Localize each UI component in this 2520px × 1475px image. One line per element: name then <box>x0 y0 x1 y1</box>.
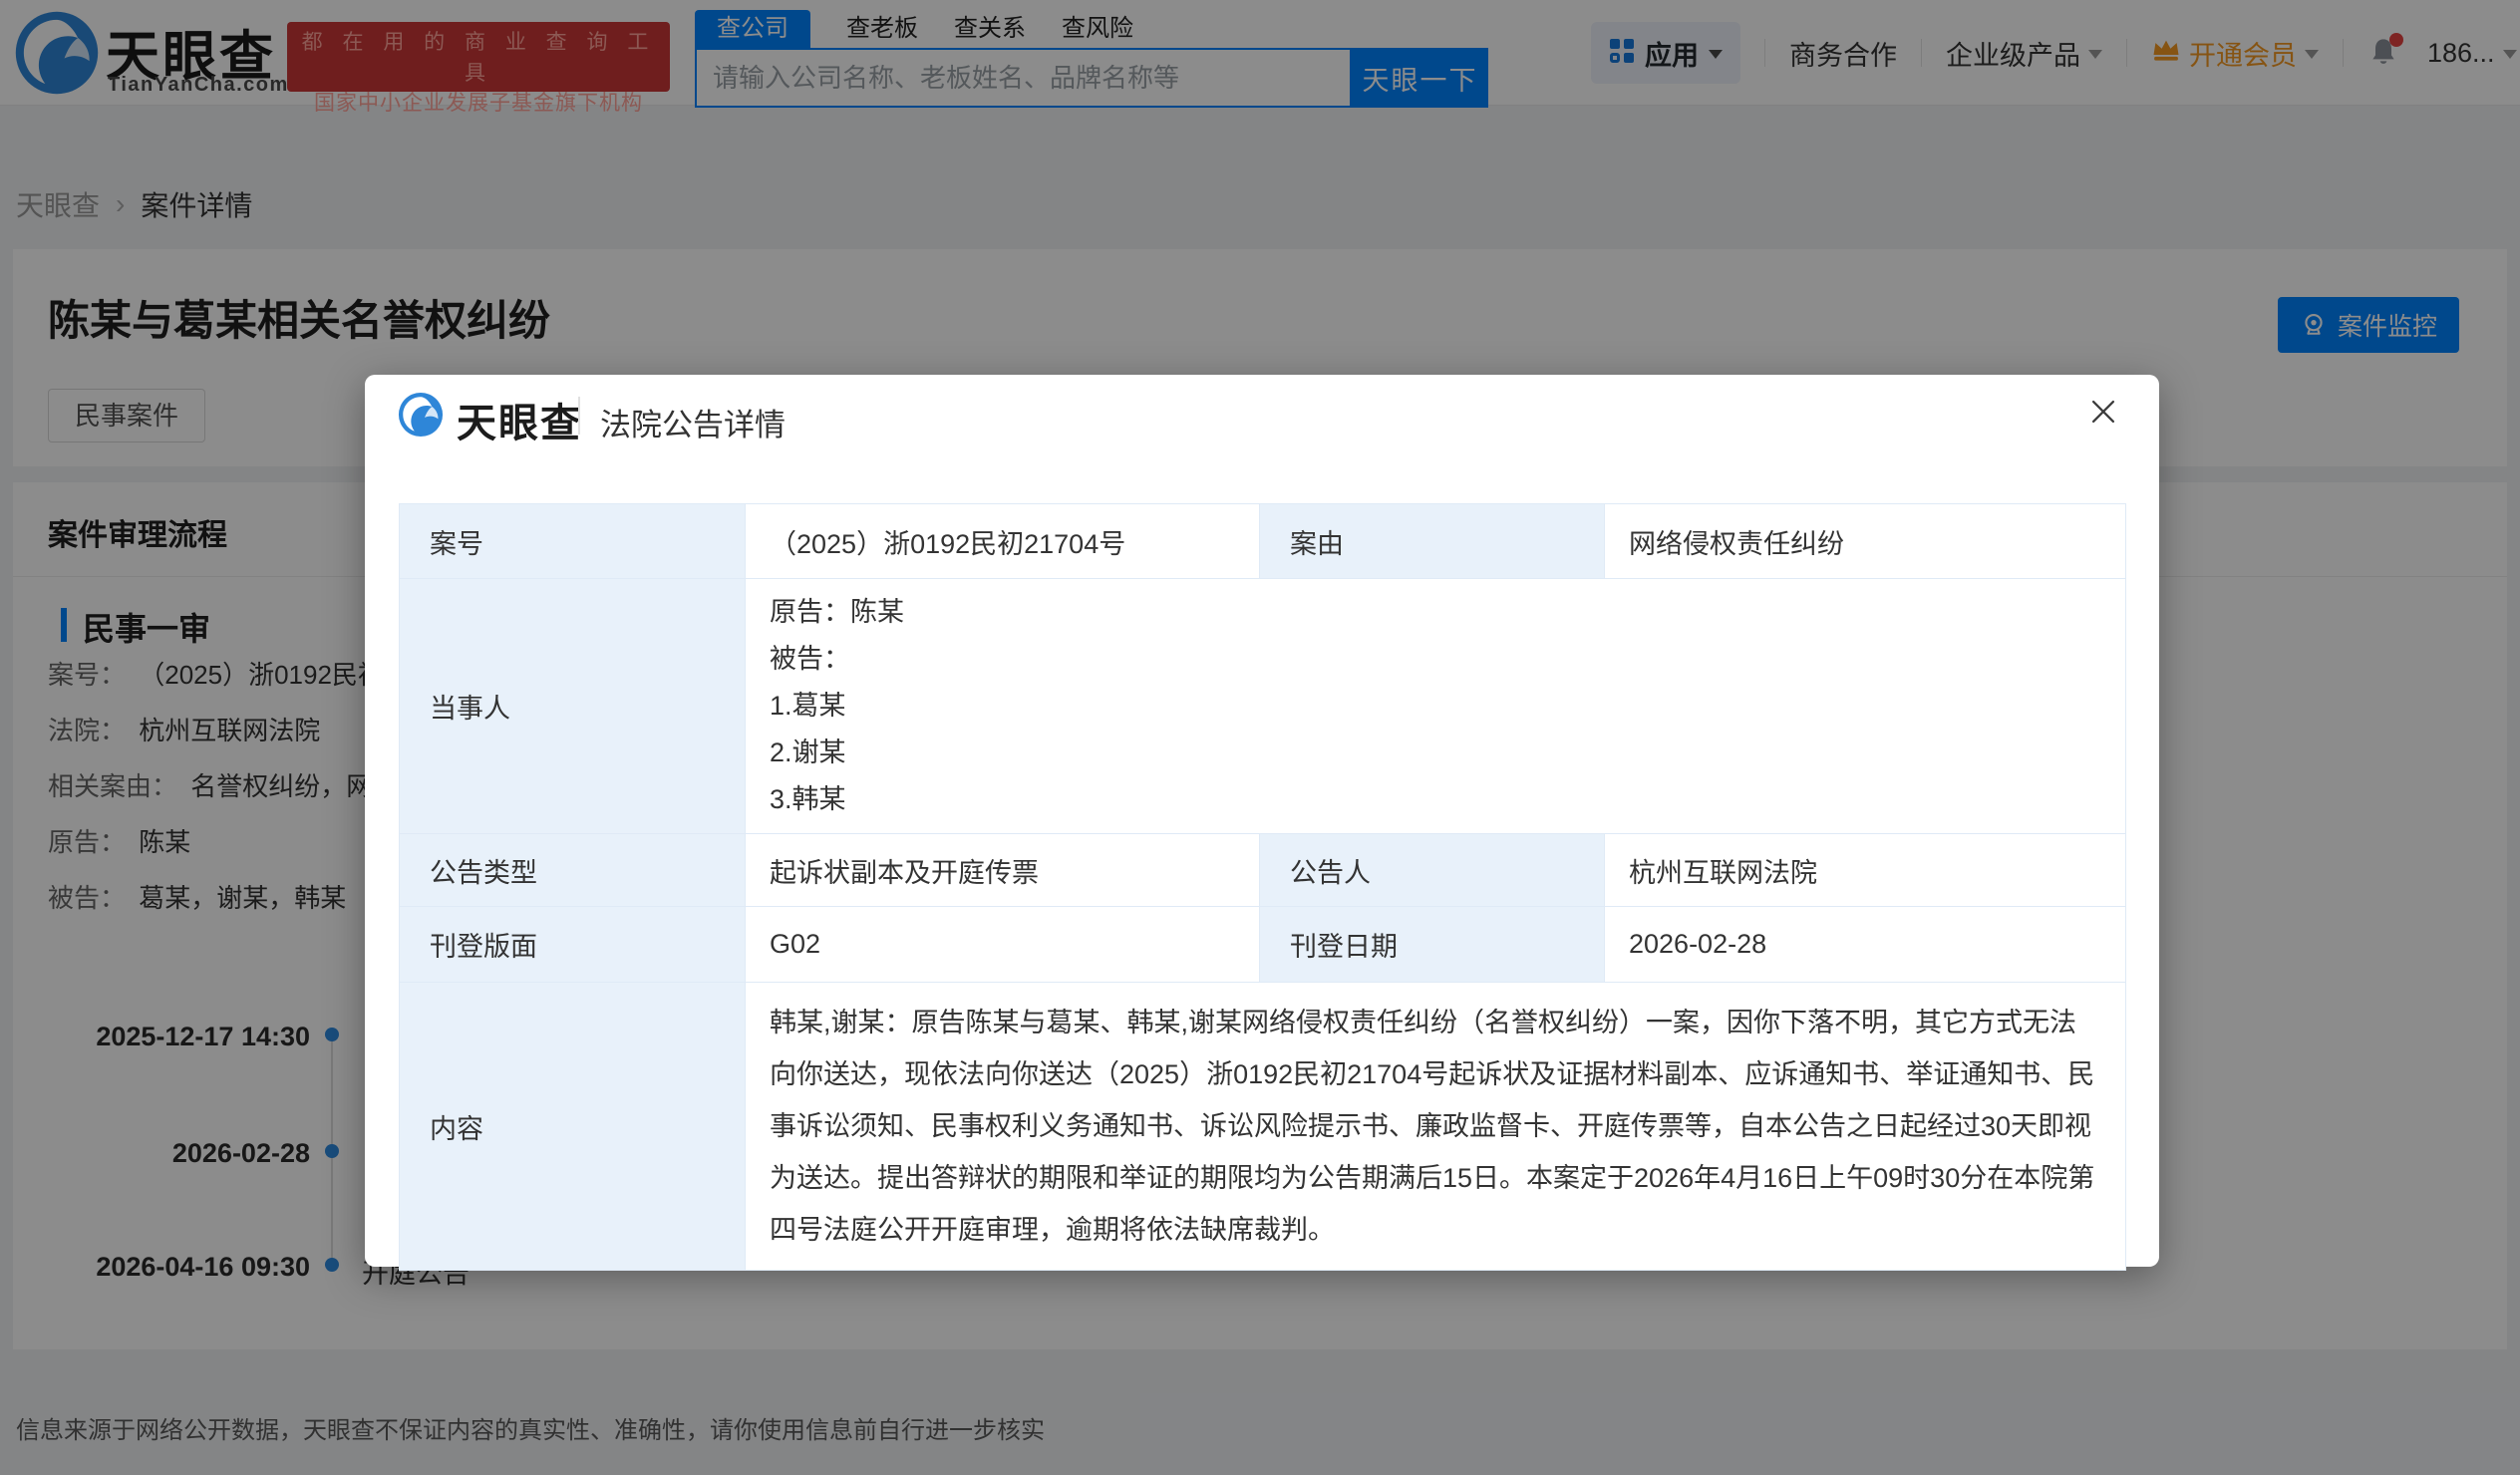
publication-page-value: G02 <box>746 907 1260 983</box>
parties-value: 原告：陈某 被告： 1.葛某 2.谢某 3.韩某 <box>746 579 2126 834</box>
case-number-value: （2025）浙0192民初21704号 <box>746 504 1260 579</box>
publication-date-value: 2026-02-28 <box>1605 907 2126 983</box>
content-value: 韩某,谢某：原告陈某与葛某、韩某,谢某网络侵权责任纠纷（名誉权纠纷）一案，因你下… <box>746 983 2126 1271</box>
table-row: 案号 （2025）浙0192民初21704号 案由 网络侵权责任纠纷 <box>400 504 2126 579</box>
modal-brand-name: 天眼查 <box>457 391 582 448</box>
content-label: 内容 <box>400 983 746 1271</box>
announcement-table: 案号 （2025）浙0192民初21704号 案由 网络侵权责任纠纷 当事人 原… <box>399 503 2126 1271</box>
announcer-value: 杭州互联网法院 <box>1605 834 2126 907</box>
cause-value: 网络侵权责任纠纷 <box>1605 504 2126 579</box>
table-row: 内容 韩某,谢某：原告陈某与葛某、韩某,谢某网络侵权责任纠纷（名誉权纠纷）一案，… <box>400 983 2126 1271</box>
table-row: 当事人 原告：陈某 被告： 1.葛某 2.谢某 3.韩某 <box>400 579 2126 834</box>
announcer-label: 公告人 <box>1260 834 1605 907</box>
cause-label: 案由 <box>1260 504 1605 579</box>
modal-brand-divider <box>578 397 580 435</box>
announcement-type-value: 起诉状副本及开庭传票 <box>746 834 1260 907</box>
modal-title: 法院公告详情 <box>600 400 786 444</box>
table-row: 刊登版面 G02 刊登日期 2026-02-28 <box>400 907 2126 983</box>
publication-page-label: 刊登版面 <box>400 907 746 983</box>
parties-label: 当事人 <box>400 579 746 834</box>
court-announcement-modal: 天眼查 法院公告详情 案号 （2025）浙0192民初21704号 案由 网络侵… <box>365 375 2159 1267</box>
close-icon <box>2086 395 2120 429</box>
tianyancha-logo-icon <box>398 392 444 438</box>
case-number-label: 案号 <box>400 504 746 579</box>
modal-close-button[interactable] <box>2081 391 2125 435</box>
publication-date-label: 刊登日期 <box>1260 907 1605 983</box>
announcement-type-label: 公告类型 <box>400 834 746 907</box>
table-row: 公告类型 起诉状副本及开庭传票 公告人 杭州互联网法院 <box>400 834 2126 907</box>
